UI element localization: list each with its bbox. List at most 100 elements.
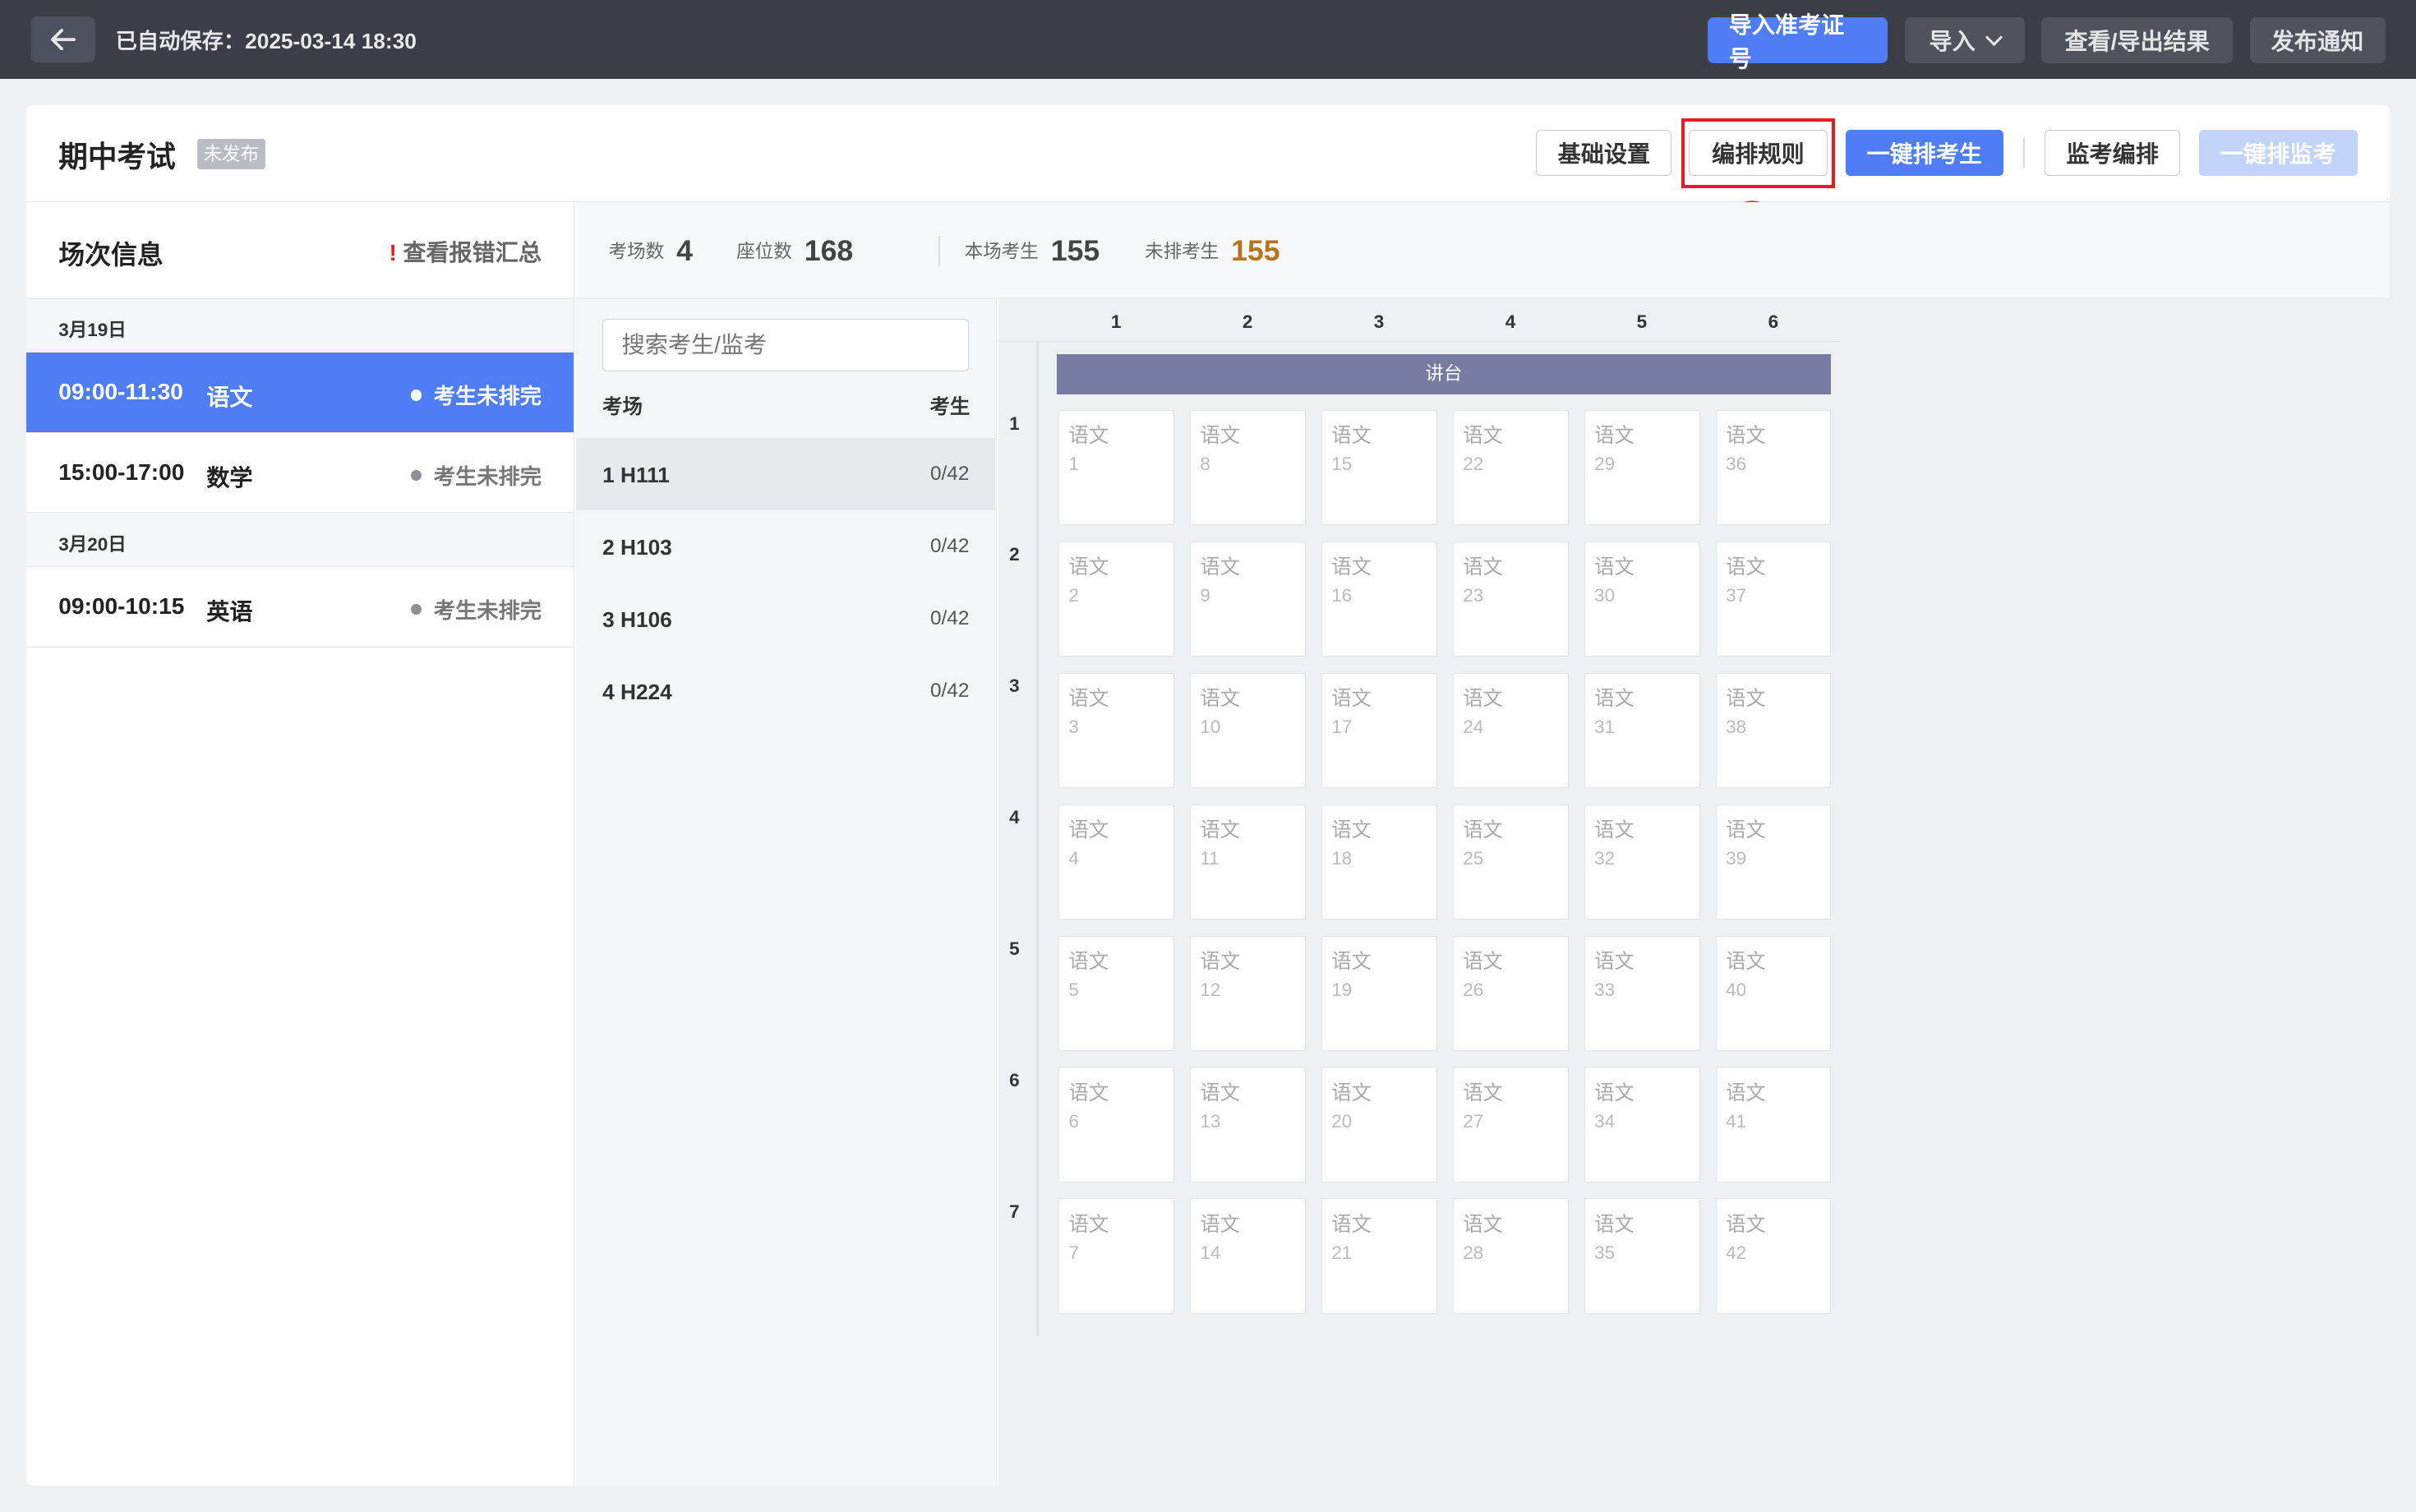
seat-cell[interactable]: 语文 10 xyxy=(1190,672,1306,789)
seat-cell[interactable]: 语文 24 xyxy=(1452,672,1569,789)
seat-subject: 语文 xyxy=(1594,818,1634,841)
column-number: 5 xyxy=(1636,311,1648,332)
seat-cell[interactable]: 语文 38 xyxy=(1715,672,1832,789)
seat-cell[interactable]: 语文 29 xyxy=(1584,409,1700,526)
import-label: 导入 xyxy=(1929,29,1976,55)
seat-number: 11 xyxy=(1200,848,1220,869)
seat-cell[interactable]: 语文 14 xyxy=(1190,1198,1306,1314)
seat-subject: 语文 xyxy=(1068,555,1109,579)
seat-cell[interactable]: 语文 27 xyxy=(1452,1067,1569,1183)
seat-subject: 语文 xyxy=(1726,1081,1766,1104)
auto-arrange-proctors-button[interactable]: 一键排监考 xyxy=(2198,129,2358,176)
date-header: 3月20日 xyxy=(25,513,574,567)
seat-cell[interactable]: 语文 26 xyxy=(1452,935,1569,1052)
seat-cell[interactable]: 语文 9 xyxy=(1190,541,1306,657)
auto-arrange-students-button[interactable]: 一键排考生 xyxy=(1846,129,2003,176)
seat-cell[interactable]: 语文 22 xyxy=(1452,409,1569,526)
seat-cell[interactable]: 语文 15 xyxy=(1321,409,1437,526)
seat-cell[interactable]: 语文 40 xyxy=(1715,935,1832,1052)
seat-number: 28 xyxy=(1463,1242,1484,1263)
room-item[interactable]: 3 H106 0/42 xyxy=(576,583,995,655)
seat-cell[interactable]: 语文 28 xyxy=(1452,1198,1569,1314)
seat-number: 25 xyxy=(1463,848,1484,869)
error-summary-link[interactable]: ! 查看报错汇总 xyxy=(389,234,542,268)
room-item[interactable]: 1 H111 0/42 xyxy=(576,437,996,510)
seat-cell[interactable]: 语文 35 xyxy=(1584,1198,1700,1314)
seat-cell[interactable]: 语文 8 xyxy=(1190,409,1306,526)
seat-cell[interactable]: 语文 39 xyxy=(1715,804,1832,920)
seat-cell[interactable]: 语文 18 xyxy=(1321,804,1437,920)
session-status-label: 考生未排完 xyxy=(433,463,542,489)
seat-subject: 语文 xyxy=(1331,425,1372,447)
seat-cell[interactable]: 语文 5 xyxy=(1058,935,1174,1052)
session-item[interactable]: 15:00-17:00 数学 考生未排完 xyxy=(25,433,574,514)
seat-cell[interactable]: 语文 13 xyxy=(1190,1067,1306,1183)
seat-cell[interactable]: 语文 16 xyxy=(1321,541,1437,657)
seat-number: 32 xyxy=(1594,848,1616,869)
view-export-button[interactable]: 查看/导出结果 xyxy=(2041,16,2233,63)
seat-number: 9 xyxy=(1200,585,1210,606)
seat-number: 16 xyxy=(1331,585,1353,606)
row-number: 3 xyxy=(1009,675,1020,697)
room-name: 1 H111 xyxy=(602,462,670,487)
room-count: 0/42 xyxy=(929,606,970,629)
seat-cell[interactable]: 语文 21 xyxy=(1321,1198,1437,1314)
seat-number: 26 xyxy=(1463,980,1484,1000)
divider xyxy=(2022,136,2025,168)
seat-subject: 语文 xyxy=(1726,425,1766,447)
seat-cell[interactable]: 语文 4 xyxy=(1058,804,1174,920)
seat-cell[interactable]: 语文 3 xyxy=(1058,672,1174,789)
top-bar: 已自动保存：2025-03-14 18:30 导入准考证号 导入 查看/导出结果… xyxy=(0,0,2416,79)
seat-cell[interactable]: 语文 12 xyxy=(1190,935,1306,1052)
seat-cell[interactable]: 语文 7 xyxy=(1058,1198,1174,1314)
import-dropdown-button[interactable]: 导入 xyxy=(1904,16,2025,63)
seat-cell[interactable]: 语文 2 xyxy=(1058,541,1174,657)
seat-cell[interactable]: 语文 1 xyxy=(1058,409,1174,526)
seat-cell[interactable]: 语文 33 xyxy=(1584,935,1700,1052)
seat-cell[interactable]: 语文 25 xyxy=(1452,804,1569,920)
seat-number: 12 xyxy=(1200,980,1221,1000)
seat-cell[interactable]: 语文 19 xyxy=(1321,935,1437,1052)
session-subject: 英语 xyxy=(206,598,253,625)
seat-subject: 语文 xyxy=(1463,1081,1503,1104)
session-status-label: 考生未排完 xyxy=(433,384,542,409)
seat-number: 10 xyxy=(1200,717,1221,738)
seat-subject: 语文 xyxy=(1726,687,1766,710)
seat-cell[interactable]: 语文 41 xyxy=(1715,1067,1832,1183)
seat-cell[interactable]: 语文 42 xyxy=(1715,1198,1832,1314)
back-button[interactable] xyxy=(30,16,96,62)
seat-cell[interactable]: 语文 34 xyxy=(1584,1067,1700,1183)
seat-cell[interactable]: 语文 23 xyxy=(1452,541,1569,657)
import-ticket-button[interactable]: 导入准考证号 xyxy=(1707,12,1888,71)
publish-notice-button[interactable]: 发布通知 xyxy=(2249,16,2386,63)
seat-cell[interactable]: 语文 6 xyxy=(1058,1067,1174,1183)
seat-cell[interactable]: 语文 20 xyxy=(1321,1067,1437,1183)
main-card: 期中考试 未发布 基础设置 编排规则 ① 一键排考生 监考编排 一键排监考 场次… xyxy=(25,104,2391,1486)
seat-cell[interactable]: 语文 31 xyxy=(1584,672,1700,789)
column-number: 6 xyxy=(1768,311,1779,332)
seat-cell[interactable]: 语文 37 xyxy=(1715,541,1832,657)
rooms-panel: 考场 考生 1 H111 0/42 2 H103 0/42 3 H106 0/4… xyxy=(576,298,998,1486)
seat-subject: 语文 xyxy=(1594,687,1634,710)
room-item[interactable]: 4 H224 0/42 xyxy=(576,655,995,727)
seat-cell[interactable]: 语文 17 xyxy=(1321,672,1437,789)
search-input[interactable] xyxy=(602,319,970,371)
arrow-left-icon xyxy=(50,28,76,50)
row-number: 4 xyxy=(1009,807,1020,828)
seat-cell[interactable]: 语文 30 xyxy=(1584,541,1700,657)
session-status: 考生未排完 xyxy=(410,459,542,491)
basic-settings-button[interactable]: 基础设置 xyxy=(1536,129,1672,176)
session-item[interactable]: 09:00-11:30 语文 考生未排完 xyxy=(25,353,574,433)
session-time: 09:00-10:15 xyxy=(58,592,185,619)
seat-number: 37 xyxy=(1726,585,1747,606)
seat-cell[interactable]: 语文 11 xyxy=(1190,804,1306,920)
seat-subject: 语文 xyxy=(1594,1081,1634,1104)
room-item[interactable]: 2 H103 0/42 xyxy=(576,510,995,583)
seat-subject: 语文 xyxy=(1331,1081,1372,1104)
seat-subject: 语文 xyxy=(1068,1213,1109,1236)
session-time: 09:00-11:30 xyxy=(58,379,183,405)
seat-cell[interactable]: 语文 36 xyxy=(1715,409,1832,526)
proctor-arrange-button[interactable]: 监考编排 xyxy=(2045,129,2181,176)
seat-cell[interactable]: 语文 32 xyxy=(1584,804,1700,920)
session-item[interactable]: 09:00-10:15 英语 考生未排完 xyxy=(25,567,574,648)
